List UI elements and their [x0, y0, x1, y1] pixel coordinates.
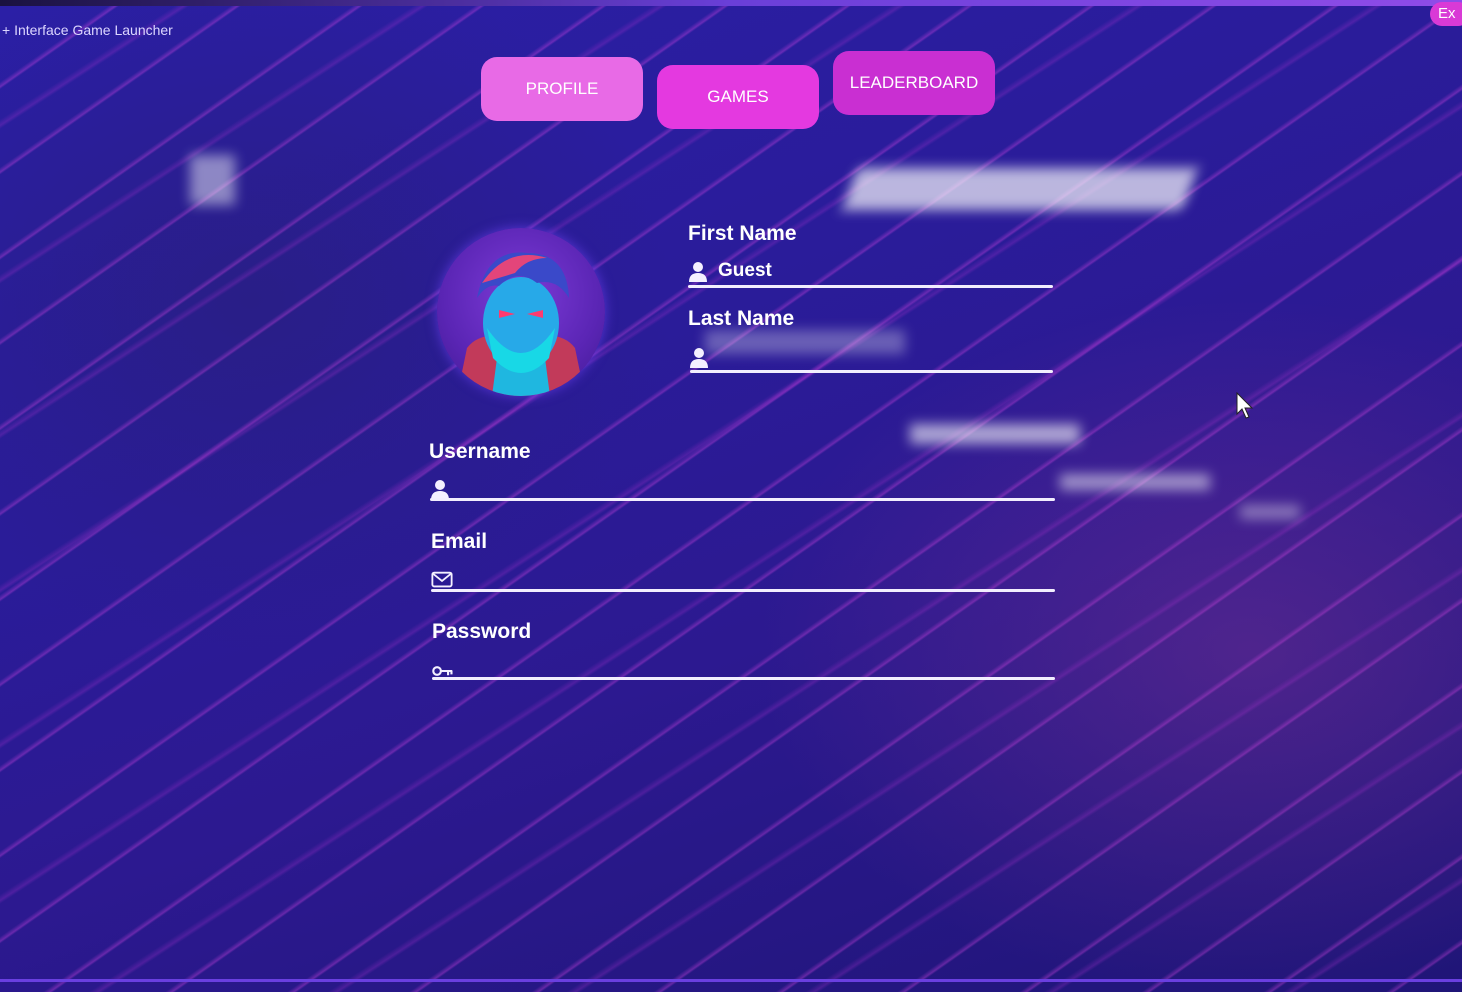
first-name-underline	[688, 285, 1053, 288]
password-underline	[432, 677, 1055, 680]
window-bottom-edge	[0, 979, 1462, 982]
avatar-portrait-icon	[457, 252, 585, 396]
user-icon	[689, 262, 707, 282]
email-label: Email	[431, 530, 488, 553]
screen-glare	[910, 424, 1080, 444]
last-name-label: Last Name	[688, 307, 795, 330]
last-name-input[interactable]	[718, 346, 1048, 370]
screen-glare	[190, 155, 235, 205]
tab-leaderboard[interactable]: LEADERBOARD	[833, 51, 995, 115]
first-name-input[interactable]: Guest	[718, 260, 1048, 284]
window-title-text: Interface Game Launcher	[14, 22, 173, 38]
screen-glare	[1240, 505, 1300, 519]
tab-profile[interactable]: PROFILE	[481, 57, 643, 121]
first-name-label: First Name	[688, 222, 797, 245]
window-top-edge	[0, 0, 1462, 6]
screen-glare	[1060, 474, 1210, 490]
password-label: Password	[432, 620, 532, 643]
exit-button[interactable]: Ex	[1430, 2, 1462, 26]
mouse-cursor-icon	[1236, 392, 1254, 419]
window-title: + Interface Game Launcher	[2, 22, 173, 38]
email-underline	[431, 589, 1055, 592]
username-underline	[430, 498, 1055, 501]
user-icon	[690, 348, 708, 368]
user-icon	[431, 480, 449, 500]
screen-glare	[842, 168, 1198, 210]
tab-games[interactable]: GAMES	[657, 65, 819, 129]
username-label: Username	[429, 440, 531, 463]
avatar[interactable]	[437, 228, 605, 396]
envelope-icon	[431, 571, 453, 588]
launcher-window: + Interface Game Launcher Ex PROFILE GAM…	[0, 0, 1462, 992]
last-name-underline	[690, 370, 1053, 373]
app-icon: +	[2, 22, 15, 38]
